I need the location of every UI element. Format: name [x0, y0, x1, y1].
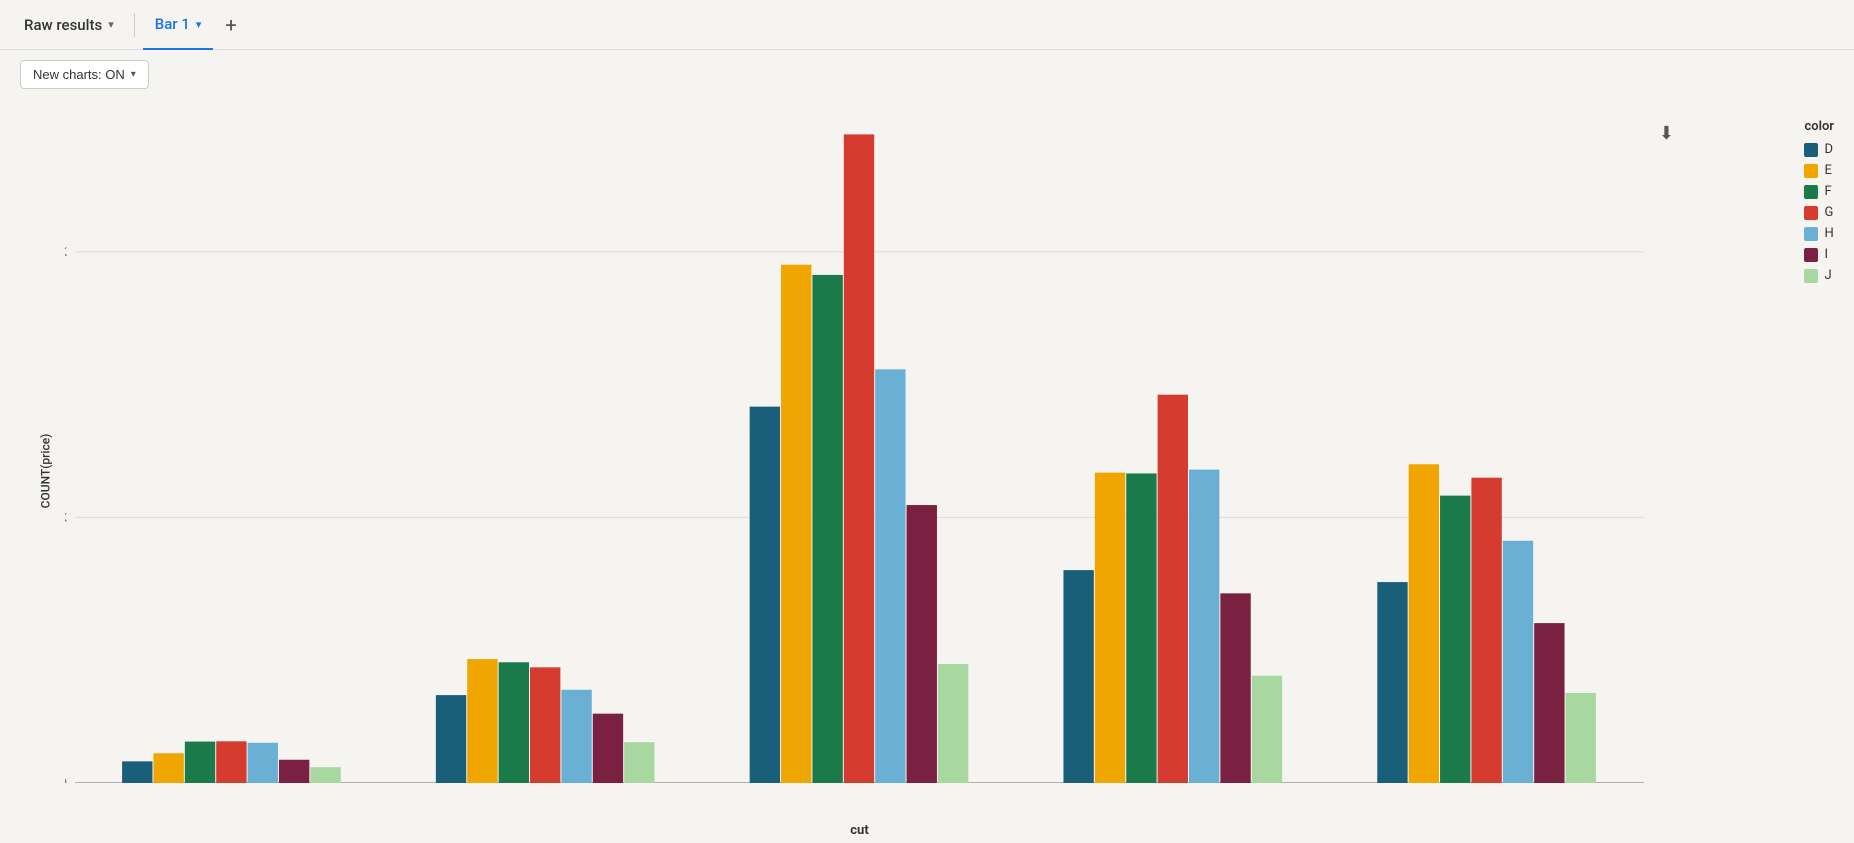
bar-premium-j[interactable]: [1252, 676, 1282, 783]
bar-fair-g[interactable]: [216, 741, 246, 783]
tab-raw-results-chevron: ▾: [108, 18, 114, 31]
bar-premium-e[interactable]: [1095, 473, 1125, 783]
download-icon[interactable]: ⬇: [1659, 123, 1674, 144]
toolbar: New charts: ON ▾: [0, 50, 1854, 99]
bar-premium-i[interactable]: [1220, 593, 1250, 783]
bar-ideal-f[interactable]: [812, 275, 842, 783]
bar-very-good-j[interactable]: [1566, 693, 1596, 783]
legend-item-j: J: [1804, 268, 1834, 283]
bar-ideal-d[interactable]: [750, 407, 780, 783]
legend-swatch-i: [1804, 248, 1818, 262]
svg-text:4K: 4K: [65, 245, 67, 259]
bar-ideal-j[interactable]: [938, 664, 968, 783]
bar-premium-f[interactable]: [1126, 473, 1156, 783]
new-charts-toggle[interactable]: New charts: ON ▾: [20, 60, 149, 89]
x-axis-title: cut: [65, 823, 1654, 838]
tab-raw-results-label: Raw results: [24, 16, 102, 34]
legend-swatch-e: [1804, 164, 1818, 178]
legend-swatch-d: [1804, 143, 1818, 157]
bar-ideal-e[interactable]: [781, 265, 811, 783]
legend-swatch-f: [1804, 185, 1818, 199]
tab-raw-results[interactable]: Raw results ▾: [12, 0, 126, 49]
svg-text:0: 0: [65, 776, 67, 783]
y-axis-title: COUNT(price): [38, 434, 52, 509]
legend: color DEFGHIJ: [1804, 119, 1834, 289]
bar-good-e[interactable]: [467, 659, 497, 783]
tab-bar1-chevron: ▾: [196, 18, 202, 31]
bar-good-j[interactable]: [624, 742, 654, 783]
legend-item-g: G: [1804, 205, 1834, 220]
legend-swatch-g: [1804, 206, 1818, 220]
legend-item-e: E: [1804, 163, 1834, 178]
tab-bar1[interactable]: Bar 1 ▾: [143, 1, 214, 50]
bar-very-good-f[interactable]: [1440, 496, 1470, 783]
bar-chart: 02K4KFairGoodIdealPremiumVery Good: [65, 119, 1654, 783]
bar-ideal-i[interactable]: [907, 505, 937, 783]
bar-good-i[interactable]: [593, 714, 623, 783]
tab-add-button[interactable]: +: [217, 0, 244, 49]
bar-fair-e[interactable]: [153, 753, 183, 783]
bar-good-d[interactable]: [436, 695, 466, 783]
legend-item-d: D: [1804, 142, 1834, 157]
bar-fair-f[interactable]: [185, 742, 215, 783]
bar-very-good-e[interactable]: [1409, 464, 1439, 783]
tab-bar: Raw results ▾ Bar 1 ▾ +: [0, 0, 1854, 50]
chart-container: COUNT(price) ⬇ color DEFGHIJ 02K4KFairGo…: [0, 99, 1854, 843]
bar-fair-j[interactable]: [310, 767, 340, 783]
bar-good-f[interactable]: [499, 662, 529, 783]
legend-item-i: I: [1804, 247, 1834, 262]
bar-very-good-g[interactable]: [1471, 478, 1501, 783]
bar-very-good-d[interactable]: [1377, 582, 1407, 783]
bar-ideal-h[interactable]: [875, 369, 905, 783]
bar-very-good-h[interactable]: [1503, 541, 1533, 783]
legend-item-f: F: [1804, 184, 1834, 199]
legend-item-h: H: [1804, 226, 1834, 241]
bar-premium-g[interactable]: [1158, 395, 1188, 783]
legend-swatch-h: [1804, 227, 1818, 241]
tab-bar1-label: Bar 1: [155, 15, 190, 33]
tab-divider: [134, 13, 135, 37]
bar-fair-h[interactable]: [248, 743, 278, 783]
bar-fair-i[interactable]: [279, 760, 309, 783]
bar-very-good-i[interactable]: [1534, 623, 1564, 783]
legend-swatch-j: [1804, 269, 1818, 283]
bar-fair-d[interactable]: [122, 761, 152, 783]
bar-good-h[interactable]: [561, 690, 591, 783]
bar-premium-d[interactable]: [1063, 570, 1093, 783]
new-charts-label: New charts: ON: [33, 67, 125, 82]
bar-premium-h[interactable]: [1189, 470, 1219, 783]
legend-title: color: [1804, 119, 1834, 134]
bar-ideal-g[interactable]: [844, 134, 874, 783]
new-charts-chevron: ▾: [131, 69, 136, 80]
svg-text:2K: 2K: [65, 510, 67, 524]
bar-good-g[interactable]: [530, 667, 560, 783]
